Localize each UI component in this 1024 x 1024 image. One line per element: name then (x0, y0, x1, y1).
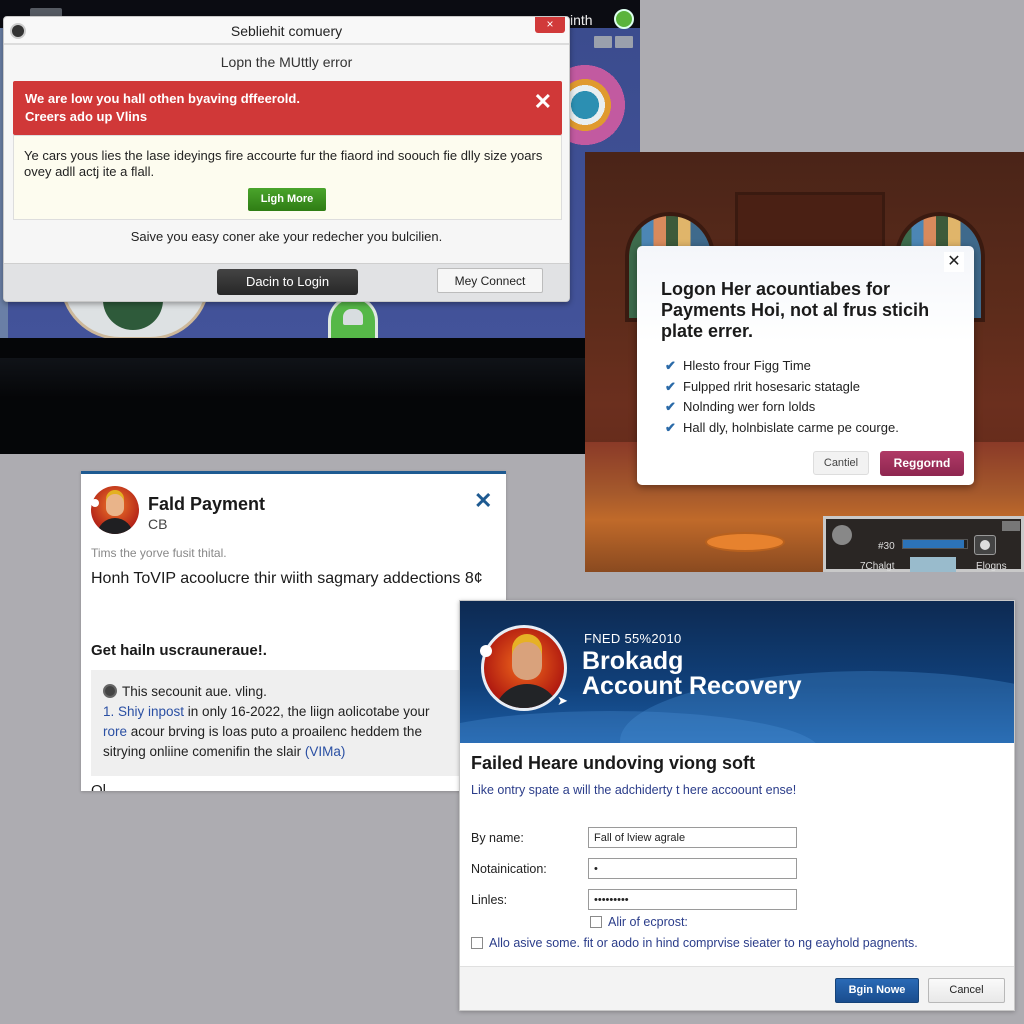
player-left-label: 7Chalgt (860, 561, 895, 572)
info-box: This secounit aue. vling. 1. Shiy inpost… (91, 670, 501, 776)
vima-link[interactable]: (VIMa) (305, 744, 346, 759)
truncated-text: Ol (91, 782, 106, 791)
user-avatar-icon[interactable] (614, 9, 634, 29)
mini-player: #30 7Chalgt Elogns (823, 516, 1024, 572)
checklist-item: ✔ Hall dly, holnbislate carme pe courge. (665, 418, 899, 439)
close-button[interactable]: × (535, 17, 565, 33)
error-banner: We are low you hall othen byaving dffeer… (13, 81, 562, 135)
sunburst-emblem-icon (560, 50, 640, 160)
mouse-cursor-icon: ➤ (557, 693, 568, 708)
password-label: Linles: (471, 893, 508, 907)
maximize-icon[interactable] (615, 36, 633, 48)
failed-payment-dialog: Fald Payment CB ✕ Tims the yorve fusit t… (81, 471, 506, 791)
body-text: Honh ToVIP acoolucre thir wiith sagmary … (91, 570, 483, 587)
checkbox-label: Allo asive some. fit or aodo in hind com… (489, 936, 918, 950)
more-link[interactable]: rore (103, 724, 127, 739)
step-text: in only 16-2022, the liign aolicotabe yo… (184, 704, 430, 719)
notification-label: Notainication: (471, 862, 547, 876)
checklist-text: Fulpped rlrit hosesaric statagle (683, 378, 861, 394)
accept-checkbox-row[interactable]: Alir of ecprost: (590, 915, 688, 929)
dialog-note: Saive you easy coner ake your redecher y… (130, 229, 443, 244)
dialog-subtitle: CB (148, 516, 168, 532)
dialog-titlebar: Sebliehit comuery × (4, 17, 569, 45)
dialog-title: Sebliehit comuery (230, 23, 343, 39)
account-recovery-dialog: ➤ FNED 55%2010 Brokadg Account Recovery … (459, 600, 1015, 1011)
checklist: ✔ Hlesto frour Figg Time ✔ Fulpped rlrit h… (665, 356, 899, 438)
checklist-item: ✔ Fulpped rlrit hosesaric statagle (665, 377, 899, 398)
cancel-button[interactable]: Cancel (928, 978, 1005, 1003)
accept-checkbox[interactable] (590, 916, 602, 928)
agree-checkbox-row[interactable]: Allo asive some. fit or aodo in hind com… (471, 936, 918, 950)
checklist-text: Hlesto frour Figg Time (683, 358, 811, 373)
player-right-label: Elogns (976, 561, 1007, 572)
check-icon: ✔ (665, 358, 676, 373)
step-text: acour brving is loas puto a proailenc he… (127, 724, 422, 739)
dialog-description: Like ontry spate a will the adchiderty t… (471, 783, 797, 797)
step-text: sitrying onliine comenifin the slair (103, 744, 305, 759)
back-to-login-button[interactable]: Dacin to Login (217, 269, 358, 295)
plate (705, 532, 785, 552)
checklist-item: ✔ Hlesto frour Figg Time (665, 356, 899, 377)
product-title: Account Recovery (582, 672, 802, 700)
hint-text: Tims the yorve fusit thital. (91, 546, 227, 560)
close-icon[interactable]: ✕ (474, 488, 492, 514)
info-icon (103, 684, 117, 698)
message-box: Ye cars yous lies the lase ideyings fire… (13, 135, 562, 220)
begin-now-button[interactable]: Bgin Nowe (835, 978, 919, 1003)
status-dot-icon (91, 499, 99, 507)
password-input[interactable] (588, 889, 797, 910)
minimize-icon[interactable] (594, 36, 612, 48)
error-line-2: Creers ado up Vlins (25, 109, 148, 124)
dialog-title: Fald Payment (148, 494, 266, 514)
dialog-footer: Dacin to Login Mey Connect (4, 263, 569, 301)
section-title: Get hailn uscrauneraue!. (91, 642, 267, 659)
player-thumbnail (910, 557, 956, 572)
window-controls (594, 36, 633, 48)
player-value: #30 (878, 541, 895, 552)
learn-more-button[interactable]: Ligh More (248, 188, 326, 211)
player-icon[interactable] (832, 525, 852, 545)
checklist-text: Nolnding wer forn lolds (683, 399, 816, 414)
step-link[interactable]: 1. Shiy inpost (103, 704, 184, 719)
connect-button[interactable]: Mey Connect (437, 268, 543, 293)
dialog-heading: Failed Heare undoving viong soft (471, 753, 756, 773)
payment-error-dialog: ✕ Logon Her acountiabes for Payments Hoi… (637, 246, 974, 485)
dialog-footer: Bgin Nowe Cancel (460, 966, 1014, 1010)
respond-button[interactable]: Reggornd (880, 451, 964, 476)
player-record-button[interactable] (974, 535, 996, 555)
dialog-subtitle: Lopn the MUttly error (220, 54, 353, 70)
app-logo-icon (10, 23, 26, 39)
info-line: This secounit aue. vling. (122, 684, 267, 699)
error-dialog-top: Sebliehit comuery × Lopn the MUttly erro… (3, 16, 570, 302)
name-input[interactable] (588, 827, 797, 848)
player-progress-bar[interactable] (902, 539, 968, 549)
message-text: Ye cars yous lies the lase ideyings fire… (24, 148, 543, 179)
agree-checkbox[interactable] (471, 937, 483, 949)
dialog-heading: Logon Her acountiabes for Payments Hoi, … (661, 279, 930, 341)
background-dark-band (0, 338, 586, 454)
checkbox-label: Alir of ecprost: (608, 915, 688, 929)
helmet-icon (328, 296, 378, 340)
account-code: FNED 55%2010 (584, 631, 682, 646)
checklist-item: ✔ Nolnding wer forn lolds (665, 397, 899, 418)
error-line-1: We are low you hall othen byaving dffeer… (25, 91, 300, 106)
check-icon: ✔ (665, 419, 676, 435)
player-progress-fill (903, 540, 964, 548)
avatar (91, 486, 139, 534)
checklist-text: Hall dly, holnbislate carme pe courge. (683, 419, 899, 435)
cancel-button[interactable]: Cantiel (813, 451, 869, 475)
status-dot-icon (480, 645, 492, 657)
name-label: By name: (471, 831, 524, 845)
check-icon: ✔ (665, 399, 676, 414)
player-corner-icon (1002, 521, 1020, 531)
check-icon: ✔ (665, 378, 676, 394)
dismiss-error-icon[interactable]: ✕ (534, 91, 552, 113)
close-icon[interactable]: ✕ (944, 252, 964, 272)
notification-input[interactable] (588, 858, 797, 879)
recovery-banner: ➤ FNED 55%2010 Brokadg Account Recovery (460, 601, 1014, 743)
avatar (481, 625, 567, 711)
